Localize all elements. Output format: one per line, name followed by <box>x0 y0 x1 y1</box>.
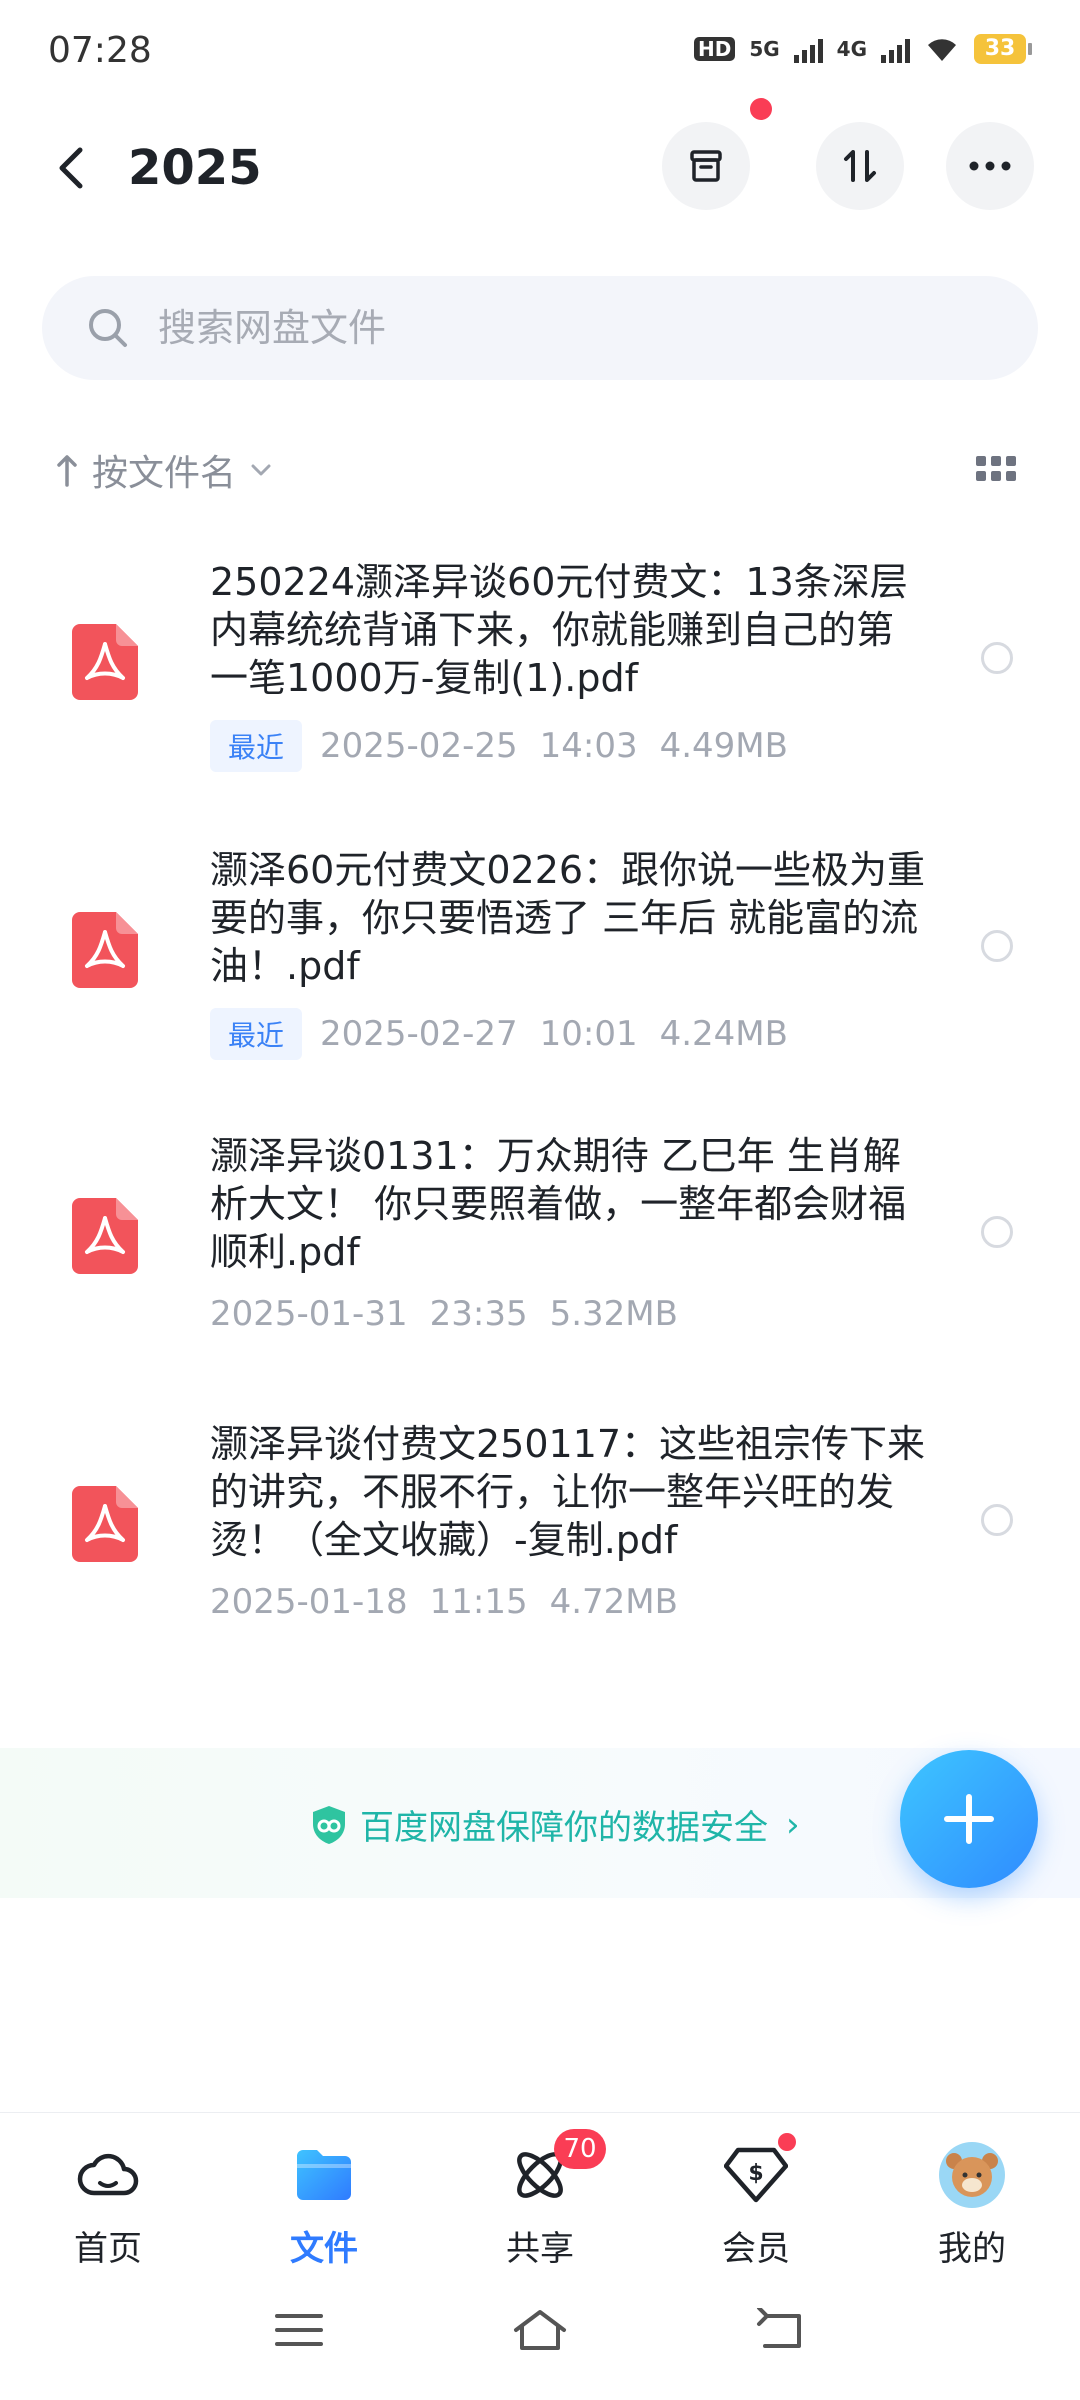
chevron-down-icon <box>251 464 271 476</box>
status-bar: 07:28 HD 5G 4G 33 <box>0 0 1080 100</box>
select-checkbox[interactable] <box>981 930 1013 962</box>
nav-home[interactable]: 首页 <box>28 2141 188 2269</box>
cloud-icon <box>74 2141 142 2209</box>
select-checkbox[interactable] <box>981 1216 1013 1248</box>
file-row[interactable]: 灏泽异谈0131：万众期待 乙巳年 生肖解析大文！ 你只要照着做，一整年都会财福… <box>0 1122 1080 1392</box>
sort-by-name-button[interactable]: 按文件名 <box>56 440 272 500</box>
file-size: 4.72MB <box>549 1582 678 1622</box>
file-meta: 最近 2025-02-25 14:03 4.49MB <box>210 720 788 772</box>
pdf-file-icon <box>72 1486 138 1562</box>
file-date: 2025-01-18 <box>210 1582 408 1622</box>
file-time: 11:15 <box>429 1582 528 1622</box>
file-meta: 2025-01-18 11:15 4.72MB <box>210 1582 678 1622</box>
select-checkbox[interactable] <box>981 642 1013 674</box>
nav-label: 我的 <box>938 2229 1006 2269</box>
network-5g-label: 5G <box>749 37 780 61</box>
arrow-up-icon <box>57 455 77 487</box>
nav-mine[interactable]: 我的 <box>892 2141 1052 2269</box>
notification-dot <box>750 98 772 120</box>
bottom-nav: 首页 文件 70 共享 $ 会员 我的 <box>0 2112 1080 2269</box>
status-time: 07:28 <box>48 30 152 71</box>
status-icons: HD 5G 4G 33 <box>693 34 1032 64</box>
file-name: 灏泽60元付费文0226：跟你说一些极为重要的事，你只要悟透了 三年后 就能富的… <box>210 848 926 988</box>
file-time: 14:03 <box>539 726 638 766</box>
sort-label: 按文件名 <box>92 453 237 494</box>
file-date: 2025-02-25 <box>320 726 518 766</box>
sort-toggle-button[interactable] <box>816 122 904 210</box>
svg-text:$: $ <box>748 2161 763 2186</box>
nav-label: 共享 <box>506 2229 574 2269</box>
back-nav-button[interactable] <box>746 2300 816 2360</box>
hd-indicator: HD <box>693 37 736 61</box>
nav-vip[interactable]: $ 会员 <box>676 2133 836 2269</box>
network-4g-label: 4G <box>836 37 867 61</box>
grid-view-button[interactable] <box>976 456 1016 484</box>
more-dots-icon <box>969 161 1011 171</box>
file-size: 5.32MB <box>549 1294 678 1334</box>
search-icon <box>89 309 127 347</box>
vip-notification-dot <box>778 2133 796 2151</box>
pdf-file-icon <box>72 912 138 988</box>
pdf-file-icon <box>72 1198 138 1274</box>
chevron-left-icon <box>59 147 83 189</box>
avatar-icon <box>938 2141 1006 2209</box>
recent-tag: 最近 <box>210 720 303 772</box>
file-time: 23:35 <box>429 1294 528 1334</box>
search-bar[interactable] <box>42 276 1038 380</box>
file-time: 10:01 <box>539 1014 638 1054</box>
page-title: 2025 <box>128 140 262 196</box>
signal-4g-icon <box>881 35 910 63</box>
chevron-right-icon: › <box>786 1804 800 1845</box>
file-row[interactable]: 灏泽60元付费文0226：跟你说一些极为重要的事，你只要悟透了 三年后 就能富的… <box>0 836 1080 1106</box>
wifi-icon <box>928 39 956 61</box>
archive-box-icon <box>690 150 722 182</box>
file-name: 灏泽异谈0131：万众期待 乙巳年 生肖解析大文！ 你只要照着做，一整年都会财福… <box>210 1134 907 1274</box>
back-arrow-icon <box>757 2308 801 2348</box>
recent-tag: 最近 <box>210 1008 303 1060</box>
battery-level: 33 <box>974 34 1026 64</box>
pdf-file-icon <box>72 624 138 700</box>
signal-5g-icon <box>793 35 823 63</box>
file-size: 4.49MB <box>659 726 788 766</box>
security-text: 百度网盘保障你的数据安全 <box>360 1808 768 1848</box>
battery-icon: 33 <box>974 34 1032 64</box>
home-icon <box>514 2310 566 2350</box>
file-row[interactable]: 250224灏泽异谈60元付费文：13条深层内幕统统背诵下来，你就能赚到自己的第… <box>0 548 1080 818</box>
file-name: 灏泽异谈付费文250117：这些祖宗传下来的讲究，不服不行，让你一整年兴旺的发烫… <box>210 1422 926 1562</box>
nav-label: 首页 <box>74 2229 142 2269</box>
file-size: 4.24MB <box>659 1014 788 1054</box>
file-row[interactable]: 灏泽异谈付费文250117：这些祖宗传下来的讲究，不服不行，让你一整年兴旺的发烫… <box>0 1410 1080 1680</box>
select-checkbox[interactable] <box>981 1504 1013 1536</box>
security-link[interactable]: 百度网盘保障你的数据安全 › <box>310 1800 800 1849</box>
file-meta: 最近 2025-02-27 10:01 4.24MB <box>210 1008 788 1060</box>
more-options-button[interactable] <box>946 122 1034 210</box>
vip-icon: $ <box>722 2141 790 2209</box>
menu-button[interactable] <box>264 2300 334 2360</box>
header: 2025 <box>0 118 1080 218</box>
menu-lines-icon <box>275 2314 323 2346</box>
add-button[interactable] <box>900 1750 1038 1888</box>
share-badge: 70 <box>554 2129 606 2169</box>
file-name: 250224灏泽异谈60元付费文：13条深层内幕统统背诵下来，你就能赚到自己的第… <box>210 560 908 700</box>
shield-icon <box>313 1805 345 1844</box>
nav-label: 会员 <box>722 2229 790 2269</box>
transfer-list-button[interactable] <box>662 122 750 210</box>
nav-label: 文件 <box>290 2229 358 2269</box>
sort-arrows-icon <box>844 150 876 182</box>
file-meta: 2025-01-31 23:35 5.32MB <box>210 1294 678 1334</box>
system-nav-bar <box>0 2292 1080 2382</box>
back-button[interactable] <box>48 140 96 196</box>
file-date: 2025-01-31 <box>210 1294 408 1334</box>
nav-files[interactable]: 文件 <box>244 2141 404 2269</box>
file-date: 2025-02-27 <box>320 1014 518 1054</box>
plus-icon <box>944 1794 994 1844</box>
search-input[interactable] <box>158 300 978 356</box>
folder-icon <box>290 2141 358 2209</box>
nav-share[interactable]: 70 共享 <box>460 2129 620 2269</box>
home-button[interactable] <box>505 2300 575 2360</box>
